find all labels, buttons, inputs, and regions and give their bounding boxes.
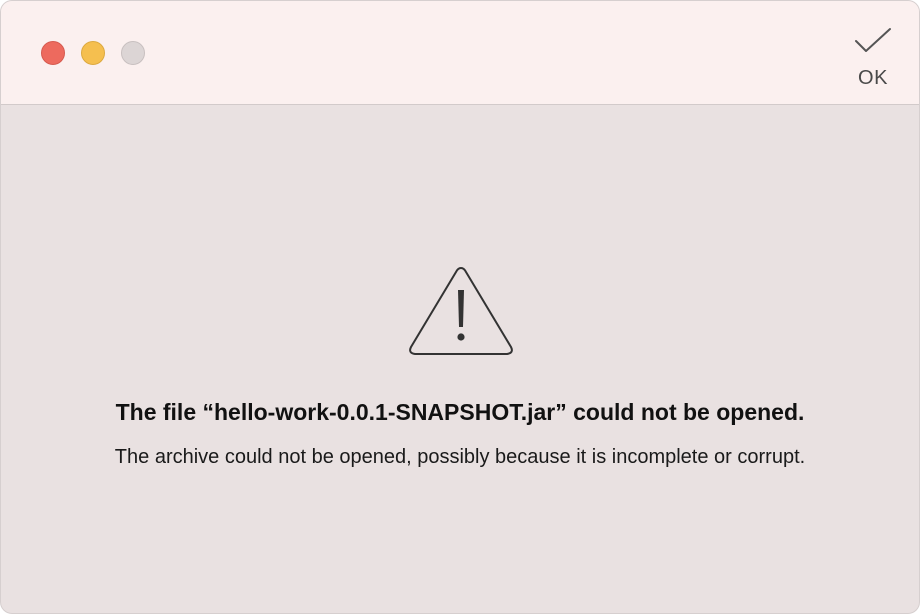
checkmark-icon xyxy=(855,28,891,52)
alert-content: The file “hello-work-0.0.1-SNAPSHOT.jar”… xyxy=(1,105,919,613)
close-window-button[interactable] xyxy=(41,41,65,65)
title-bar: OK xyxy=(1,1,919,105)
warning-icon xyxy=(409,267,513,355)
minimize-window-button[interactable] xyxy=(81,41,105,65)
alert-message: The archive could not be opened, possibl… xyxy=(114,446,806,468)
ok-button[interactable]: OK xyxy=(851,27,895,97)
alert-title: The file “hello-work-0.0.1-SNAPSHOT.jar”… xyxy=(115,399,805,425)
alert-window: OK The file “hello-work-0.0.1-SNAPSHOT.j… xyxy=(0,0,920,614)
zoom-window-button[interactable] xyxy=(121,41,145,65)
ok-label: OK xyxy=(858,67,888,89)
